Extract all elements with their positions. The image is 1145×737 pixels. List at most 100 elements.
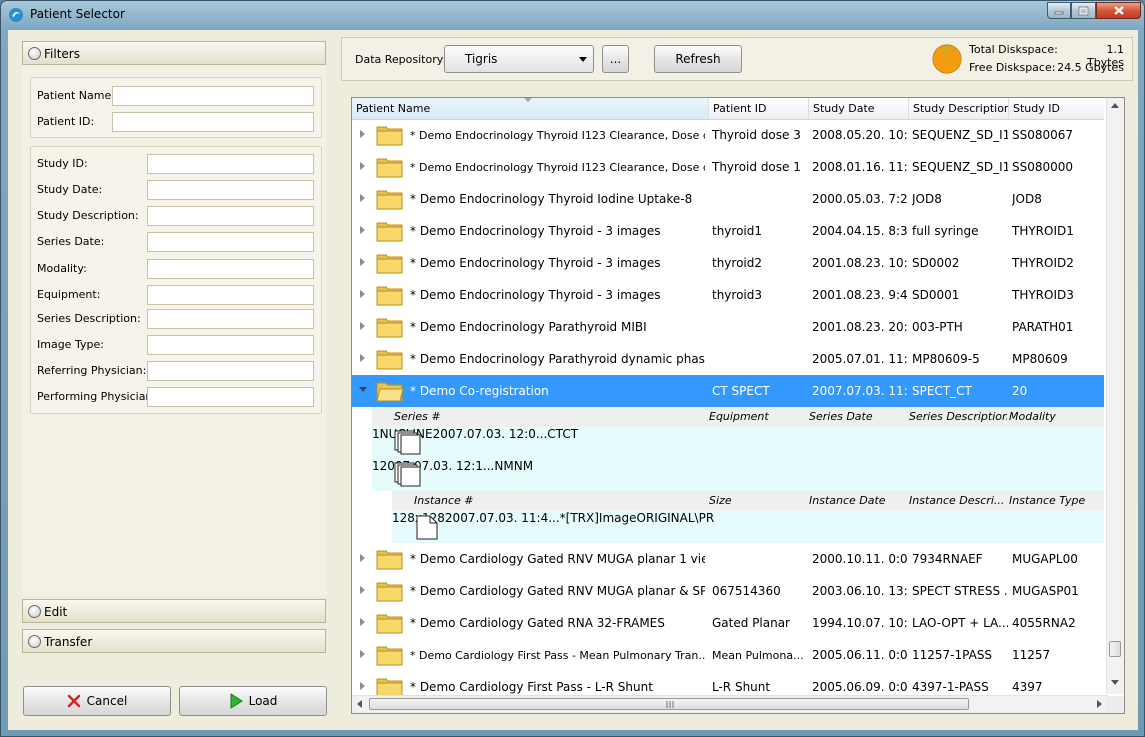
study-id-cell: MP80609 [1012, 352, 1068, 366]
expand-icon[interactable] [360, 130, 365, 138]
study-row[interactable]: * Demo Cardiology Gated RNV MUGA planar … [352, 575, 1104, 607]
study-row[interactable]: * Demo Endocrinology Parathyroid dynamic… [352, 343, 1104, 375]
expand-icon[interactable] [360, 354, 365, 362]
series-row[interactable]: 1NUCLINE2007.07.03. 12:0...CTCT [372, 427, 1104, 459]
browse-button[interactable]: ... [602, 45, 629, 73]
cancel-button[interactable]: Cancel [23, 686, 171, 716]
scroll-down-icon[interactable] [1111, 680, 1119, 686]
patient-selector-window: Patient Selector Filters Patient Name: P… [0, 0, 1145, 737]
study-id-cell: SS080000 [1012, 160, 1074, 174]
study-row[interactable]: * Demo Endocrinology Thyroid I123 Cleara… [352, 119, 1104, 151]
series-description-cell: CT [547, 427, 563, 441]
load-label: Load [248, 694, 278, 708]
study-date-cell: 2008.05.20. 10:5... [812, 128, 908, 142]
patient-name-cell: * Demo Endocrinology Parathyroid MIBI [410, 320, 647, 334]
series-description-input[interactable] [147, 309, 314, 329]
patient-id-cell: 067514360 [712, 584, 781, 598]
patient-name-input[interactable] [112, 86, 314, 106]
expand-icon[interactable] [360, 682, 365, 690]
study-row[interactable]: * Demo Cardiology First Pass - Mean Pulm… [352, 639, 1104, 671]
expand-icon[interactable] [360, 226, 365, 234]
title-bar[interactable]: Patient Selector [1, 1, 1144, 29]
column-study-id[interactable]: Study ID [1009, 98, 1104, 119]
expand-icon[interactable] [360, 554, 365, 562]
expand-icon[interactable] [360, 586, 365, 594]
study-row[interactable]: * Demo Endocrinology Thyroid - 3 images t… [352, 279, 1104, 311]
series-description-column: Series Description [909, 410, 1007, 423]
performing-physician-label: Performing Physician: [37, 390, 157, 403]
series-stack-icon [394, 430, 421, 455]
column-study-description[interactable]: Study Description [909, 98, 1009, 119]
scroll-right-icon[interactable] [1097, 700, 1103, 708]
expand-icon[interactable] [360, 258, 365, 266]
column-study-date[interactable]: Study Date [809, 98, 909, 119]
series-date-column: Series Date [809, 410, 873, 423]
study-row[interactable]: * Demo Cardiology Gated RNV MUGA planar … [352, 543, 1104, 575]
study-row[interactable]: * Demo Endocrinology Parathyroid MIBI 200… [352, 311, 1104, 343]
document-icon [416, 515, 438, 540]
series-date-label: Series Date: [37, 235, 105, 248]
load-button[interactable]: Load [179, 686, 327, 716]
study-row[interactable]: * Demo Endocrinology Thyroid Iodine Upta… [352, 183, 1104, 215]
repository-select[interactable]: Tigris [444, 45, 594, 73]
collapse-icon[interactable] [359, 387, 367, 392]
study-date-cell: 2008.01.16. 11:4... [812, 160, 908, 174]
study-description-cell: 7934RNAEF [912, 552, 983, 566]
expand-icon[interactable] [360, 162, 365, 170]
horizontal-scrollbar[interactable] [352, 695, 1108, 713]
expand-icon[interactable] [360, 650, 365, 658]
patient-name-cell: * Demo Cardiology Gated RNA 32-FRAMES [410, 616, 665, 630]
modality-input[interactable] [147, 259, 314, 279]
instance-header: Instance # Size Instance Date Instance Desc… [392, 491, 1104, 511]
expand-icon[interactable] [360, 194, 365, 202]
column-patient-id[interactable]: Patient ID [709, 98, 809, 119]
study-date-cell: 2001.08.23. 20:4... [812, 320, 908, 334]
study-description-cell: 11257-1PASS [912, 648, 993, 662]
edit-header[interactable]: Edit [22, 599, 326, 623]
study-description-input[interactable] [147, 206, 314, 226]
series-date-input[interactable] [147, 232, 314, 252]
study-date-cell: 2005.06.11. 0:00:... [812, 648, 908, 662]
scroll-left-icon[interactable] [357, 700, 363, 708]
study-id-input[interactable] [147, 154, 314, 174]
instance-row[interactable]: 128x1282007.07.03. 11:4...*[TRX]ImageORI… [392, 511, 1104, 543]
refresh-button[interactable]: Refresh [654, 45, 742, 73]
study-row[interactable]: * Demo Endocrinology Thyroid - 3 images t… [352, 247, 1104, 279]
referring-physician-input[interactable] [147, 361, 314, 381]
patient-id-input[interactable] [112, 112, 314, 132]
study-description-cell: LAO-OPT + LA... [912, 616, 1008, 630]
maximize-button[interactable] [1071, 2, 1096, 19]
study-row[interactable]: * Demo Endocrinology Thyroid - 3 images t… [352, 215, 1104, 247]
open-folder-icon [376, 382, 404, 402]
study-id-cell: 20 [1012, 384, 1028, 398]
modality-cell: CT [562, 427, 579, 441]
minimize-button[interactable] [1047, 2, 1071, 19]
repository-label: Data Repository: [355, 53, 447, 66]
vertical-scrollbar[interactable] [1106, 98, 1124, 694]
patient-tree[interactable]: Patient Name Patient ID Study Date Study… [351, 97, 1125, 714]
study-row[interactable]: * Demo Endocrinology Thyroid I123 Cleara… [352, 151, 1104, 183]
transfer-header[interactable]: Transfer [22, 629, 326, 653]
study-date-cell: 2001.08.23. 10:4... [812, 256, 908, 270]
close-button[interactable] [1096, 2, 1141, 19]
image-type-input[interactable] [147, 335, 314, 355]
performing-physician-input[interactable] [147, 387, 314, 407]
maximize-icon [1078, 6, 1089, 15]
expand-icon[interactable] [360, 322, 365, 330]
selected-study-row[interactable]: * Demo Co-registration CT SPECT 2007.07.03… [352, 375, 1104, 407]
series-number-cell: 1 [372, 459, 380, 473]
scroll-up-icon[interactable] [1111, 103, 1119, 109]
expand-icon[interactable] [360, 290, 365, 298]
vertical-scroll-thumb[interactable] [1109, 641, 1121, 657]
equipment-input[interactable] [147, 285, 314, 305]
patient-id-cell: Thyroid dose 3 [712, 128, 801, 142]
filters-header[interactable]: Filters [22, 41, 326, 65]
series-row[interactable]: 12007.07.03. 12:1...NMNM [372, 459, 1104, 491]
expand-icon[interactable] [360, 618, 365, 626]
play-arrow-icon [230, 693, 243, 709]
folder-icon [376, 286, 403, 306]
study-row[interactable]: * Demo Cardiology Gated RNA 32-FRAMES Gat… [352, 607, 1104, 639]
study-date-input[interactable] [147, 180, 314, 200]
study-id-cell: THYROID3 [1012, 288, 1074, 302]
horizontal-scroll-thumb[interactable] [369, 698, 969, 710]
